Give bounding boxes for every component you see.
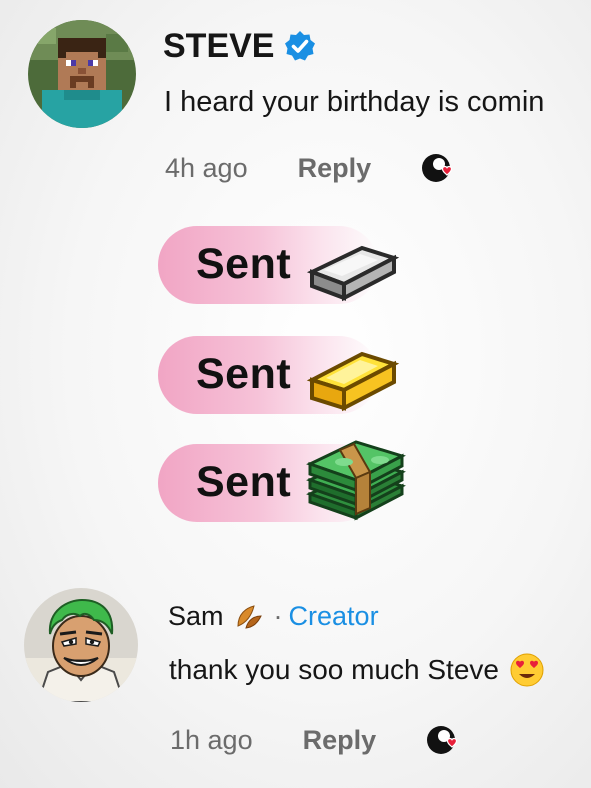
gold-ingot-icon [302, 334, 402, 414]
reply-button[interactable]: Reply [303, 725, 377, 756]
creator-separator: · [273, 600, 283, 631]
comment-text: I heard your birthday is comin [164, 86, 545, 118]
comment-sam: Sam · Creator thank you soo much Steve 1… [0, 580, 591, 788]
gift-sent-label: Sent [196, 350, 292, 398]
minecraft-steve-avatar-icon [28, 20, 136, 128]
green-haired-anime-avatar-icon [24, 588, 138, 702]
like-heart-icon[interactable] [419, 148, 459, 188]
iron-ingot-icon [302, 224, 402, 304]
avatar[interactable] [24, 588, 138, 702]
reply-button[interactable]: Reply [298, 153, 372, 184]
avatar[interactable] [28, 20, 136, 128]
heart-eyes-emoji-icon [509, 652, 545, 688]
gift-sent-pill-gold: Sent [158, 336, 408, 414]
comment-text: thank you soo much Steve [169, 654, 499, 685]
gift-sent-pill-money: Sent [158, 440, 408, 522]
gift-sent-pill-iron: Sent [158, 226, 408, 304]
leaf-badge-icon [234, 602, 264, 630]
username[interactable]: STEVE [163, 27, 274, 66]
gift-sent-label: Sent [196, 240, 292, 288]
comment-text-row: thank you soo much Steve [169, 650, 545, 690]
name-row: Sam · Creator [168, 598, 379, 634]
username[interactable]: Sam [168, 601, 224, 632]
creator-badge: Creator [288, 600, 379, 631]
timestamp: 4h ago [165, 152, 248, 183]
gift-sent-label: Sent [196, 458, 292, 506]
verified-badge-icon [284, 30, 316, 62]
timestamp: 1h ago [170, 724, 253, 755]
name-row: STEVE [163, 26, 316, 66]
meta-row: 1h ago Reply [170, 720, 464, 760]
money-stack-icon [304, 432, 408, 522]
comment-steve: STEVE I heard your birthday is comin 4h … [0, 0, 591, 200]
meta-row: 4h ago Reply [165, 148, 459, 188]
like-heart-icon[interactable] [424, 720, 464, 760]
